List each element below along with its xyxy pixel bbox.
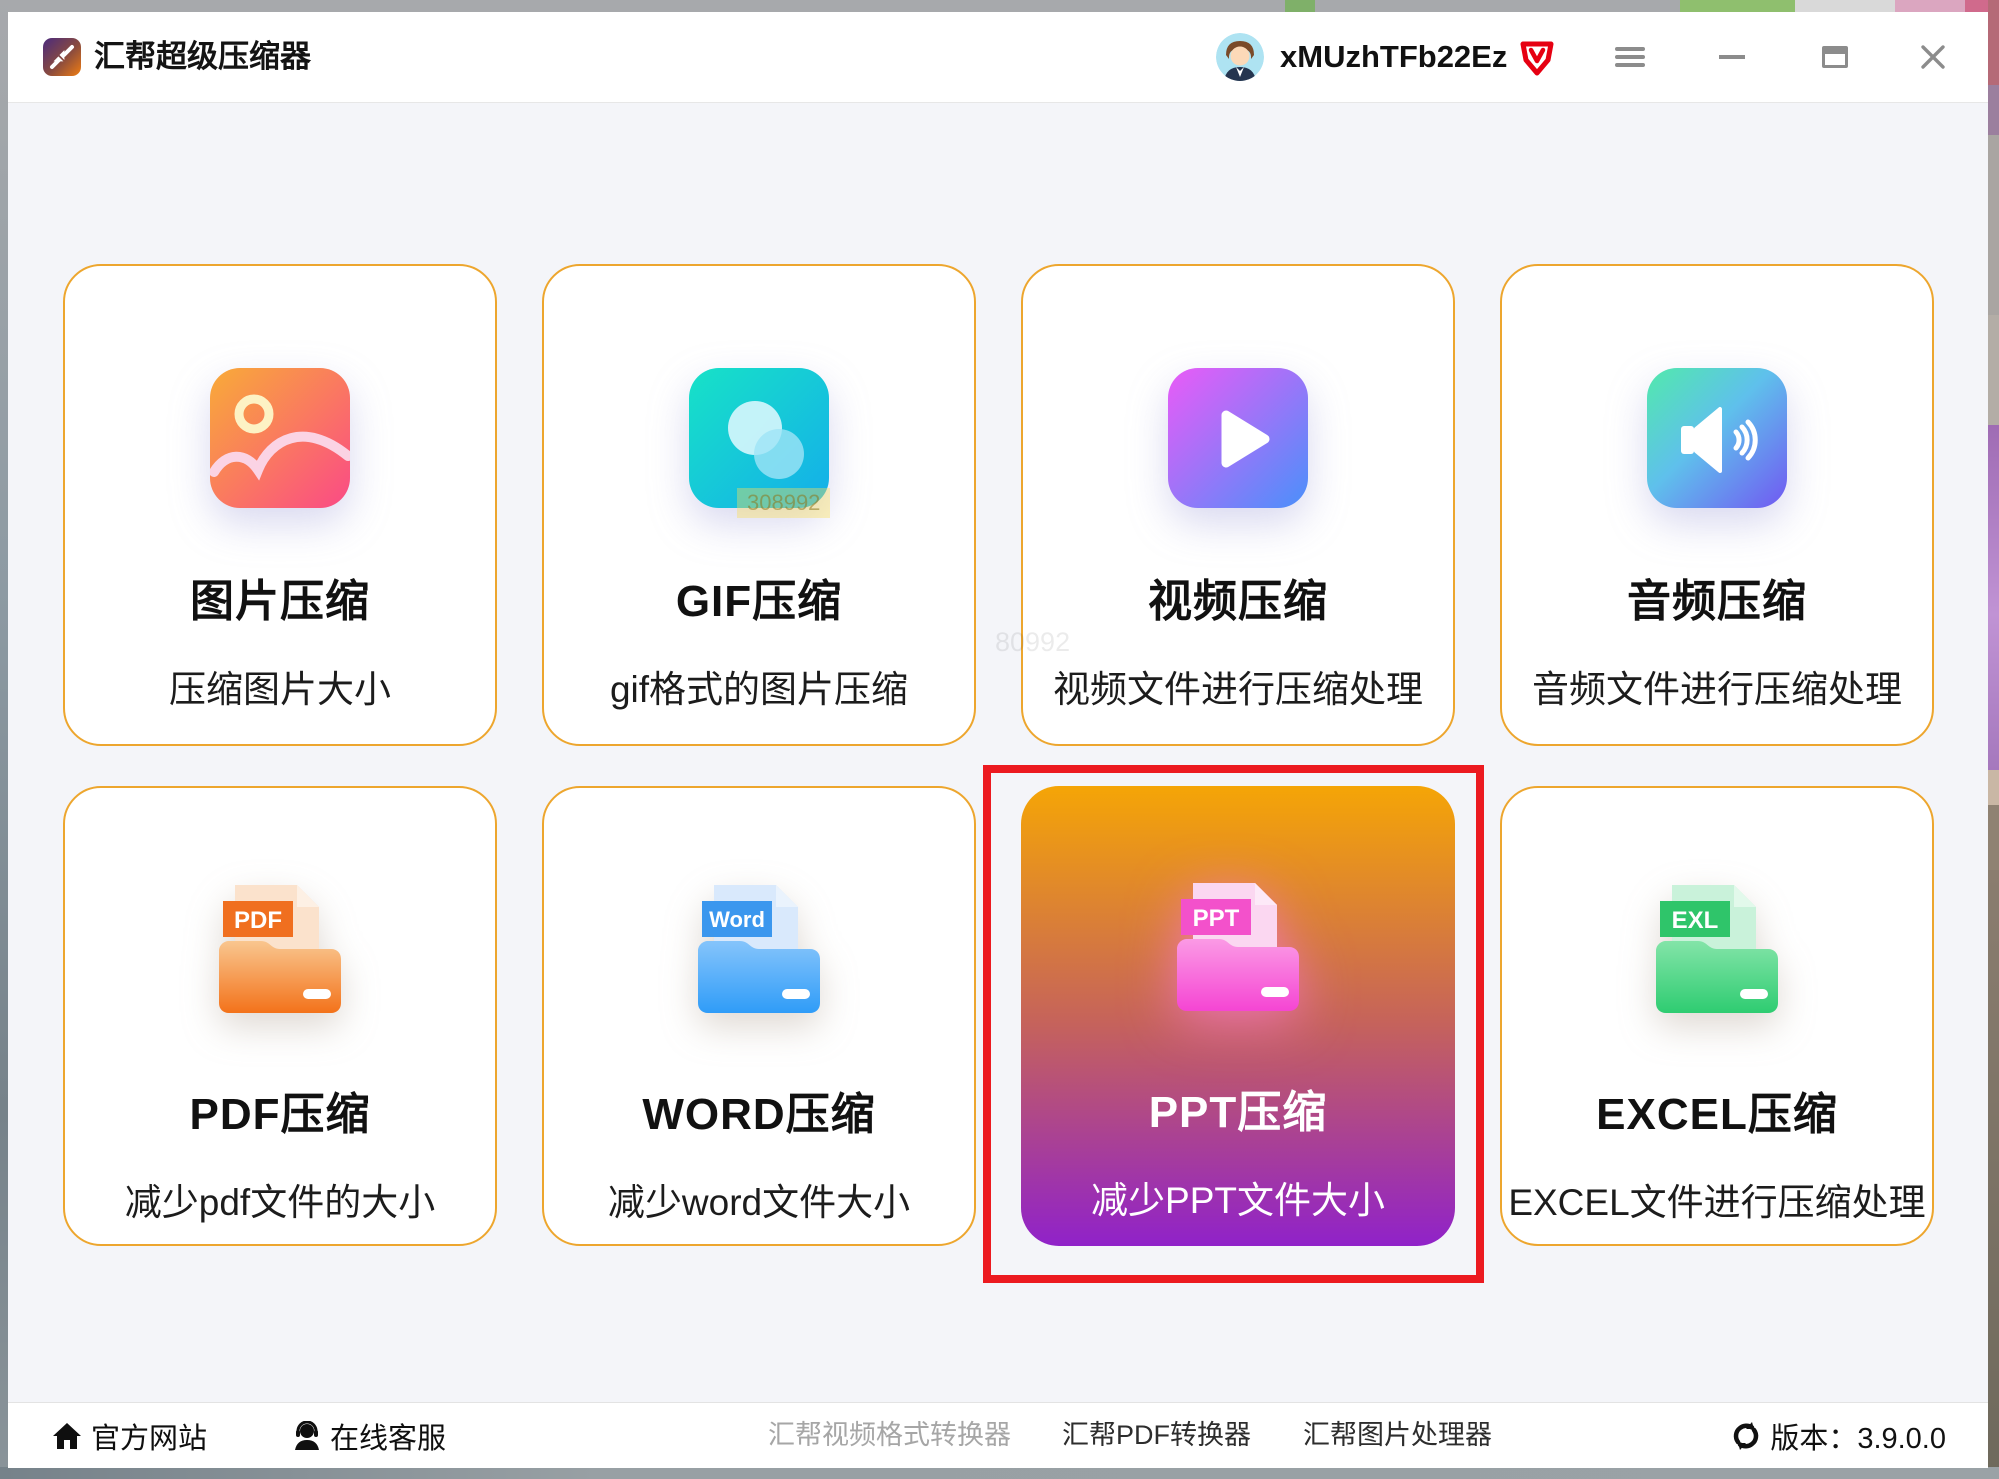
card-image-compress[interactable]: 图片压缩 压缩图片大小 <box>63 264 497 746</box>
card-subtitle: 减少word文件大小 <box>608 1172 910 1226</box>
close-button[interactable] <box>1905 12 1961 102</box>
ppt-compress-icon: PPT <box>1163 874 1313 1024</box>
main-content: 图片压缩 压缩图片大小 GIF压缩 gif格式的图片压缩 <box>8 103 1988 1402</box>
menu-button[interactable] <box>1602 12 1658 102</box>
card-title: PPT压缩 <box>1149 1076 1328 1140</box>
ppt-badge-text: PPT <box>1193 905 1240 932</box>
official-site-link[interactable]: 官方网站 <box>51 1403 207 1468</box>
desktop-icon-label-fragment <box>1988 135 1999 315</box>
card-audio-compress[interactable]: 音频压缩 音频文件进行压缩处理 <box>1500 264 1934 746</box>
refresh-icon <box>1730 1420 1762 1452</box>
pdf-badge-text: PDF <box>234 907 282 934</box>
customer-service-icon <box>292 1421 322 1451</box>
card-title: EXCEL压缩 <box>1596 1078 1838 1142</box>
card-title: WORD压缩 <box>642 1078 875 1142</box>
desktop-top-strip <box>0 0 1999 12</box>
version-label: 版本：3.9.0.0 <box>1770 1415 1946 1457</box>
watermark: 80992 <box>995 627 1070 658</box>
footer-link-image-processor[interactable]: 汇帮图片处理器 <box>1303 1403 1492 1468</box>
card-title: 音频压缩 <box>1627 565 1807 629</box>
word-compress-icon: Word <box>684 876 834 1026</box>
minimize-button[interactable] <box>1704 12 1760 102</box>
audio-compress-icon <box>1642 363 1792 513</box>
user-avatar[interactable] <box>1216 33 1264 81</box>
watermark: 308992 <box>737 488 830 518</box>
window-title: 汇帮超级压缩器 <box>94 12 311 102</box>
card-pdf-compress[interactable]: PDF PDF压缩 减少pdf文件的大小 <box>63 786 497 1246</box>
footer-link-video-converter[interactable]: 汇帮视频格式转换器 <box>768 1403 1011 1468</box>
card-title: PDF压缩 <box>190 1078 371 1142</box>
excel-compress-icon: EXL <box>1642 876 1792 1026</box>
version-info[interactable]: 版本：3.9.0.0 <box>1730 1403 1946 1468</box>
card-video-compress[interactable]: 视频压缩 视频文件进行压缩处理 <box>1021 264 1455 746</box>
footer-link-pdf-converter[interactable]: 汇帮PDF转换器 <box>1062 1403 1251 1468</box>
home-icon <box>51 1421 83 1451</box>
card-subtitle: gif格式的图片压缩 <box>610 659 908 713</box>
card-subtitle: EXCEL文件进行压缩处理 <box>1508 1172 1925 1226</box>
card-subtitle: 减少pdf文件的大小 <box>125 1172 435 1226</box>
username[interactable]: xMUzhTFb22Ez <box>1280 12 1507 102</box>
footer: 官方网站 在线客服 汇帮视频格式转换器 汇帮PDF转换器 汇帮图片处理器 <box>8 1402 1988 1468</box>
online-service-link[interactable]: 在线客服 <box>292 1403 446 1468</box>
card-excel-compress[interactable]: EXL EXCEL压缩 EXCEL文件进行压缩处理 <box>1500 786 1934 1246</box>
desktop-right-strip <box>1988 0 1999 1479</box>
app-logo-icon <box>42 37 82 77</box>
card-subtitle: 压缩图片大小 <box>169 659 391 713</box>
card-title: 视频压缩 <box>1148 565 1328 629</box>
card-title: GIF压缩 <box>676 565 842 629</box>
desktop-left-strip <box>0 0 8 1479</box>
card-ppt-compress[interactable]: PPT PPT压缩 减少PPT文件大小 <box>1021 786 1455 1246</box>
desktop: 汇帮超级压缩器 xMUzhTFb22Ez <box>0 0 1999 1479</box>
titlebar: 汇帮超级压缩器 xMUzhTFb22Ez <box>8 12 1988 103</box>
video-compress-icon <box>1163 363 1313 513</box>
image-compress-icon <box>205 363 355 513</box>
maximize-button[interactable] <box>1807 12 1863 102</box>
excel-badge-text: EXL <box>1672 907 1719 934</box>
card-subtitle: 视频文件进行压缩处理 <box>1053 659 1423 713</box>
card-title: 图片压缩 <box>190 565 370 629</box>
card-word-compress[interactable]: Word WORD压缩 减少word文件大小 <box>542 786 976 1246</box>
card-subtitle: 音频文件进行压缩处理 <box>1532 659 1902 713</box>
desktop-bottom-strip <box>0 1467 1999 1479</box>
pdf-compress-icon: PDF <box>205 876 355 1026</box>
word-badge-text: Word <box>709 907 765 932</box>
close-icon <box>1919 43 1947 71</box>
app-window: 汇帮超级压缩器 xMUzhTFb22Ez <box>8 12 1988 1467</box>
card-subtitle: 减少PPT文件大小 <box>1091 1170 1385 1224</box>
vip-badge-icon[interactable] <box>1517 38 1557 78</box>
